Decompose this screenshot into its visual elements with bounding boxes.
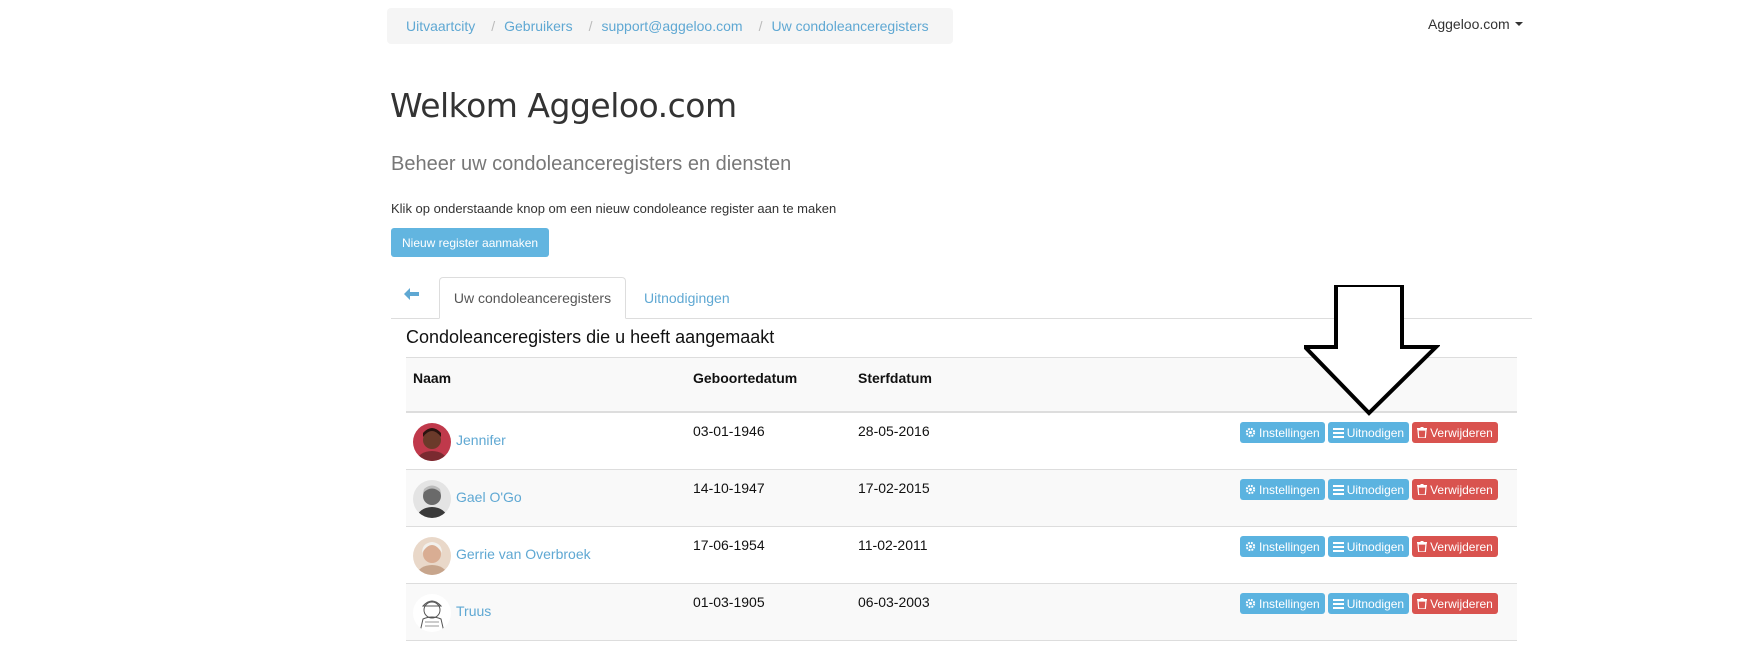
birth-date: 03-01-1946: [693, 423, 765, 439]
invite-button[interactable]: Uitnodigen: [1327, 422, 1410, 443]
breadcrumb-separator: /: [491, 18, 496, 34]
delete-label: Verwijderen: [1430, 482, 1493, 497]
table-row: Truus 01-03-1905 06-03-2003 Instellingen…: [406, 584, 1517, 641]
delete-label: Verwijderen: [1430, 425, 1493, 440]
delete-button[interactable]: Verwijderen: [1412, 479, 1498, 500]
header-birth: Geboortedatum: [693, 370, 798, 386]
user-menu-label: Aggeloo.com: [1428, 16, 1510, 32]
avatar: [413, 423, 451, 461]
invite-label: Uitnodigen: [1346, 482, 1405, 497]
tab-registers[interactable]: Uw condoleanceregisters: [439, 277, 626, 319]
settings-button[interactable]: Instellingen: [1240, 422, 1325, 443]
caret-down-icon: [1514, 22, 1523, 26]
settings-button[interactable]: Instellingen: [1240, 593, 1325, 614]
gear-icon: [1245, 598, 1256, 609]
page: Uitvaartcity / Gebruikers / support@agge…: [0, 0, 1762, 662]
delete-button[interactable]: Verwijderen: [1412, 536, 1498, 557]
breadcrumb-registers[interactable]: Uw condoleanceregisters: [771, 18, 928, 34]
birth-date: 17-06-1954: [693, 537, 765, 553]
list-icon: [1332, 598, 1344, 609]
breadcrumb-separator: /: [588, 18, 593, 34]
breadcrumb-gebruikers[interactable]: Gebruikers: [504, 18, 572, 34]
birth-date: 01-03-1905: [693, 594, 765, 610]
avatar: [413, 480, 451, 518]
arrow-down-annotation-icon: [1304, 285, 1440, 416]
row-actions: Instellingen Uitnodigen Verwijderen: [1240, 479, 1498, 500]
trash-icon: [1417, 598, 1428, 609]
row-actions: Instellingen Uitnodigen Verwijderen: [1240, 593, 1498, 614]
breadcrumb: Uitvaartcity / Gebruikers / support@agge…: [387, 8, 953, 44]
row-actions: Instellingen Uitnodigen Verwijderen: [1240, 422, 1498, 443]
list-icon: [1332, 484, 1344, 495]
tab-invitations[interactable]: Uitnodigingen: [644, 290, 730, 306]
invite-label: Uitnodigen: [1346, 425, 1405, 440]
list-icon: [1332, 541, 1344, 552]
register-name-link[interactable]: Gael O'Go: [456, 489, 522, 505]
invite-button[interactable]: Uitnodigen: [1327, 479, 1410, 500]
header-name: Naam: [413, 370, 452, 386]
table-row: Jennifer 03-01-1946 28-05-2016 Instellin…: [406, 413, 1517, 470]
death-date: 17-02-2015: [858, 480, 930, 496]
gear-icon: [1245, 484, 1256, 495]
death-date: 28-05-2016: [858, 423, 930, 439]
delete-label: Verwijderen: [1430, 539, 1493, 554]
arrow-left-icon[interactable]: [404, 287, 419, 305]
row-actions: Instellingen Uitnodigen Verwijderen: [1240, 536, 1498, 557]
table-row: Gael O'Go 14-10-1947 17-02-2015 Instelli…: [406, 470, 1517, 527]
invite-label: Uitnodigen: [1346, 596, 1405, 611]
settings-button[interactable]: Instellingen: [1240, 536, 1325, 557]
settings-label: Instellingen: [1259, 425, 1320, 440]
avatar: [413, 537, 451, 575]
register-name-link[interactable]: Truus: [456, 603, 491, 619]
trash-icon: [1417, 541, 1428, 552]
death-date: 11-02-2011: [858, 537, 928, 553]
user-menu[interactable]: Aggeloo.com: [1428, 16, 1523, 32]
new-register-button[interactable]: Nieuw register aanmaken: [391, 228, 550, 257]
invite-button[interactable]: Uitnodigen: [1327, 593, 1410, 614]
birth-date: 14-10-1947: [693, 480, 765, 496]
page-subtitle: Beheer uw condoleanceregisters en dienst…: [391, 153, 792, 175]
settings-button[interactable]: Instellingen: [1240, 479, 1325, 500]
death-date: 06-03-2003: [858, 594, 930, 610]
table-row: Gerrie van Overbroek 17-06-1954 11-02-20…: [406, 527, 1517, 584]
breadcrumb-user[interactable]: support@aggeloo.com: [601, 18, 742, 34]
settings-label: Instellingen: [1259, 482, 1320, 497]
delete-label: Verwijderen: [1430, 596, 1493, 611]
register-name-link[interactable]: Jennifer: [456, 432, 506, 448]
avatar: [413, 594, 451, 632]
trash-icon: [1417, 427, 1428, 438]
settings-label: Instellingen: [1259, 596, 1320, 611]
page-title: Welkom Aggeloo.com: [390, 86, 737, 125]
trash-icon: [1417, 484, 1428, 495]
list-icon: [1332, 427, 1344, 438]
intro-text: Klik op onderstaande knop om een nieuw c…: [391, 201, 837, 216]
breadcrumb-uitvaartcity[interactable]: Uitvaartcity: [406, 18, 475, 34]
gear-icon: [1245, 541, 1256, 552]
header-death: Sterfdatum: [858, 370, 932, 386]
breadcrumb-separator: /: [758, 18, 763, 34]
delete-button[interactable]: Verwijderen: [1412, 422, 1498, 443]
settings-label: Instellingen: [1259, 539, 1320, 554]
invite-label: Uitnodigen: [1346, 539, 1405, 554]
section-title: Condoleanceregisters die u heeft aangema…: [406, 327, 775, 347]
register-name-link[interactable]: Gerrie van Overbroek: [456, 546, 591, 562]
delete-button[interactable]: Verwijderen: [1412, 593, 1498, 614]
invite-button[interactable]: Uitnodigen: [1327, 536, 1410, 557]
gear-icon: [1245, 427, 1256, 438]
